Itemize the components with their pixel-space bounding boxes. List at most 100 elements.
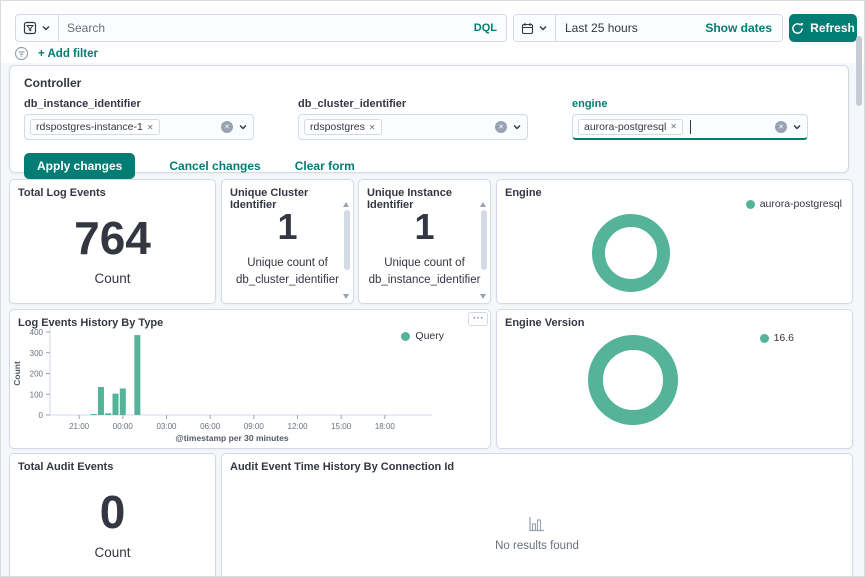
text-cursor (690, 119, 691, 134)
pill-label: rdspostgres (310, 121, 365, 133)
metric: 1 Unique count of db_cluster_identifier (222, 200, 353, 298)
panel-title: Engine Version (505, 317, 585, 329)
scrollbar-thumb[interactable] (343, 210, 350, 271)
panel-options-button[interactable]: ⋯ (468, 312, 488, 326)
remove-option-icon[interactable]: ✕ (369, 123, 376, 132)
clear-form-button[interactable]: Clear form (295, 159, 355, 173)
donut-ring-aurora-postgresql[interactable] (592, 214, 670, 292)
remove-option-icon[interactable]: ✕ (670, 122, 677, 131)
legend-label: aurora-postgresql (759, 198, 842, 210)
metric-label: Count (94, 544, 131, 560)
metric-label: Unique count of db_instance_identifier (368, 257, 481, 286)
scroll-down-icon[interactable] (343, 294, 349, 299)
metric-value: 1 (277, 206, 298, 248)
metric-label: Count (94, 270, 131, 286)
date-range-value[interactable]: Last 25 hours (556, 21, 705, 35)
chevron-down-icon[interactable] (792, 123, 802, 131)
saved-queries-icon (23, 21, 37, 35)
field-db-cluster-identifier: db_cluster_identifier rdspostgres ✕ ✕ (298, 98, 528, 140)
clear-selection-icon[interactable]: ✕ (221, 121, 233, 133)
empty-state: No results found (222, 480, 852, 576)
engine-combobox[interactable]: aurora-postgresql ✕ ✕ (572, 114, 808, 140)
scrollbar-thumb[interactable] (480, 210, 487, 271)
legend-item-aurora-postgresql[interactable]: aurora-postgresql (745, 198, 842, 210)
svg-text:200: 200 (30, 370, 44, 379)
scroll-up-icon[interactable] (480, 202, 486, 207)
panel-engine-version: Engine Version 16.6 (496, 309, 853, 449)
svg-text:12:00: 12:00 (288, 422, 309, 431)
legend-label: 16.6 (773, 332, 794, 344)
field-db-instance-identifier: db_instance_identifier rdspostgres-insta… (24, 98, 254, 140)
svg-text:09:00: 09:00 (244, 422, 265, 431)
panel-audit-event-history: Audit Event Time History By Connection I… (221, 453, 853, 576)
refresh-icon (792, 22, 804, 34)
panel-title: Engine (505, 187, 542, 199)
legend-item-query[interactable]: Query (401, 330, 444, 342)
date-picker[interactable]: Last 25 hours Show dates (513, 14, 783, 42)
metric: 1 Unique count of db_instance_identifier (359, 200, 490, 298)
selected-option-pill[interactable]: aurora-postgresql ✕ (578, 118, 683, 135)
legend-dot-icon (401, 331, 411, 341)
controller-title: Controller (24, 76, 82, 90)
refresh-label: Refresh (810, 21, 855, 35)
refresh-button[interactable]: Refresh (789, 14, 857, 42)
legend-dot-icon (759, 333, 769, 343)
panel-title: Total Log Events (18, 187, 106, 199)
svg-text:06:00: 06:00 (200, 422, 221, 431)
scroll-up-icon[interactable] (343, 202, 349, 207)
field-label: engine (572, 98, 608, 110)
panel-scrollbar[interactable] (479, 202, 488, 299)
search-input[interactable] (59, 21, 474, 35)
window-scrollbar-thumb[interactable] (856, 36, 862, 106)
pill-label: rdspostgres-instance-1 (36, 121, 143, 133)
window-scrollbar[interactable] (855, 3, 863, 574)
bar-chart-icon (529, 517, 544, 532)
svg-text:400: 400 (30, 328, 44, 337)
svg-text:300: 300 (30, 349, 44, 358)
donut-ring-16-6[interactable] (588, 335, 678, 425)
panel-title: Total Audit Events (18, 461, 114, 473)
panel-title: Audit Event Time History By Connection I… (230, 461, 455, 473)
svg-text:0: 0 (39, 411, 44, 420)
controller-panel: Controller db_instance_identifier rdspos… (9, 65, 849, 179)
cancel-changes-button[interactable]: Cancel changes (169, 159, 260, 173)
engine-version-donut-chart (588, 335, 678, 425)
svg-text:Count: Count (12, 361, 22, 386)
remove-option-icon[interactable]: ✕ (147, 123, 154, 132)
chevron-down-icon (539, 26, 547, 31)
filter-set-icon[interactable] (14, 46, 29, 61)
engine-donut-chart (592, 214, 670, 292)
show-dates-button[interactable]: Show dates (705, 21, 782, 35)
date-picker-menu-button[interactable] (514, 15, 556, 41)
svg-text:18:00: 18:00 (375, 422, 396, 431)
clear-selection-icon[interactable]: ✕ (495, 121, 507, 133)
selected-option-pill[interactable]: rdspostgres ✕ (304, 119, 382, 135)
scroll-down-icon[interactable] (480, 294, 486, 299)
selected-option-pill[interactable]: rdspostgres-instance-1 ✕ (30, 119, 160, 135)
clear-selection-icon[interactable]: ✕ (775, 120, 787, 133)
db-instance-identifier-combobox[interactable]: rdspostgres-instance-1 ✕ ✕ (24, 114, 254, 140)
panel-unique-instance-identifier: Unique Instance Identifier 1 Unique coun… (358, 179, 491, 304)
controller-actions: Apply changes Cancel changes Clear form (24, 153, 834, 179)
chevron-down-icon[interactable] (512, 123, 522, 131)
legend-item-16-6[interactable]: 16.6 (759, 332, 794, 344)
svg-text:00:00: 00:00 (113, 422, 134, 431)
legend-label: Query (415, 330, 444, 342)
apply-changes-button[interactable]: Apply changes (24, 153, 136, 179)
svg-text:100: 100 (30, 390, 44, 399)
panel-scrollbar[interactable] (342, 202, 351, 299)
field-label: db_cluster_identifier (298, 98, 407, 110)
pill-label: aurora-postgresql (584, 120, 667, 133)
saved-queries-button[interactable] (16, 15, 59, 41)
chevron-down-icon[interactable] (238, 123, 248, 131)
metric-value: 764 (74, 211, 151, 264)
panel-log-events-history: Log Events History By Type 0 100 200 300 400… (9, 309, 491, 449)
db-cluster-identifier-combobox[interactable]: rdspostgres ✕ ✕ (298, 114, 528, 140)
add-filter-button[interactable]: + Add filter (38, 48, 98, 60)
dashboard-app: DQL Last 25 hours Show dates (0, 0, 865, 577)
query-bar: DQL Last 25 hours Show dates (15, 14, 857, 42)
search-box[interactable]: DQL (15, 14, 507, 42)
panel-total-audit-events: Total Audit Events 0 Count (9, 453, 216, 576)
query-language-button[interactable]: DQL (474, 22, 506, 34)
metric-value: 0 (99, 485, 126, 538)
